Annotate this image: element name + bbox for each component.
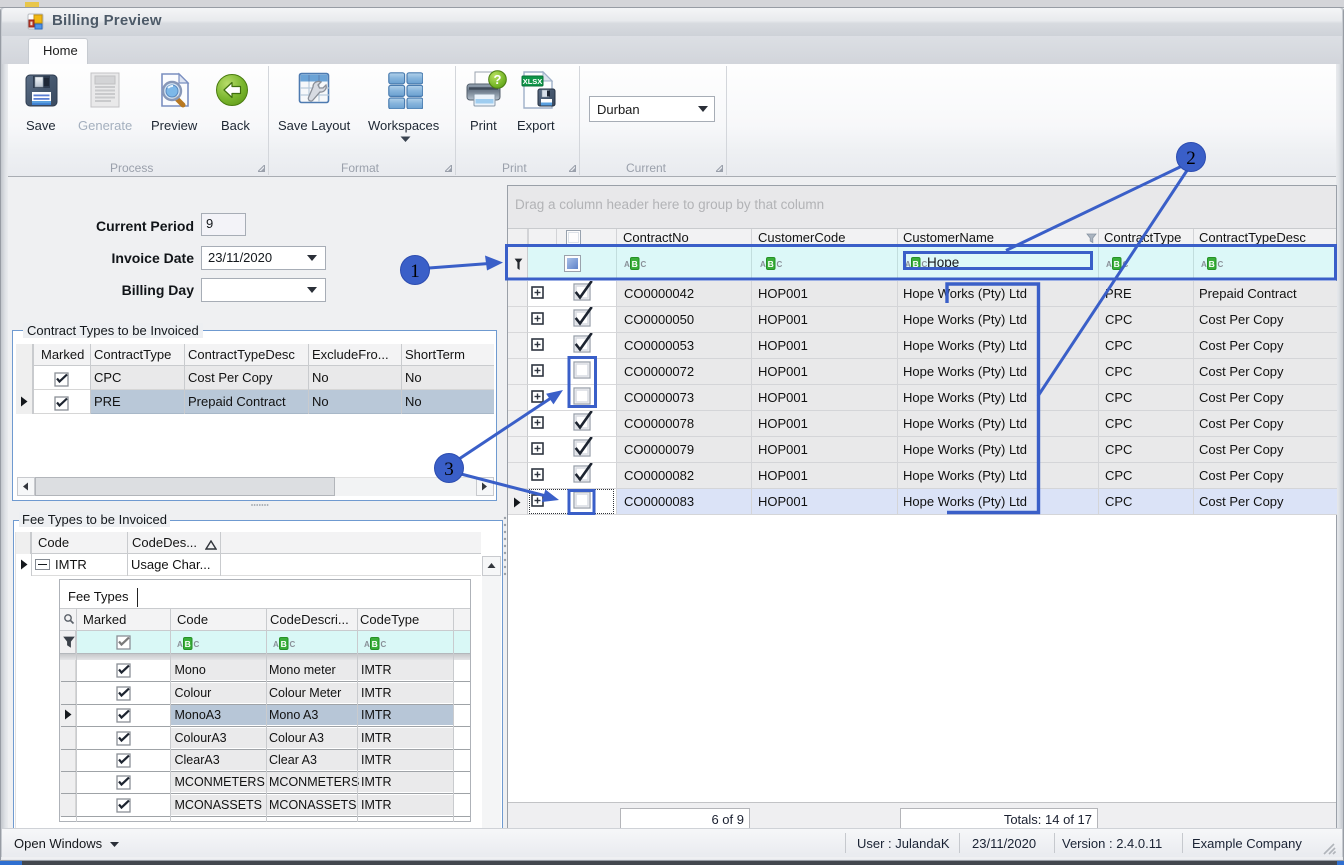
svg-text:1: 1 <box>410 261 420 282</box>
svg-text:3: 3 <box>444 459 454 480</box>
svg-text:2: 2 <box>1186 148 1196 169</box>
